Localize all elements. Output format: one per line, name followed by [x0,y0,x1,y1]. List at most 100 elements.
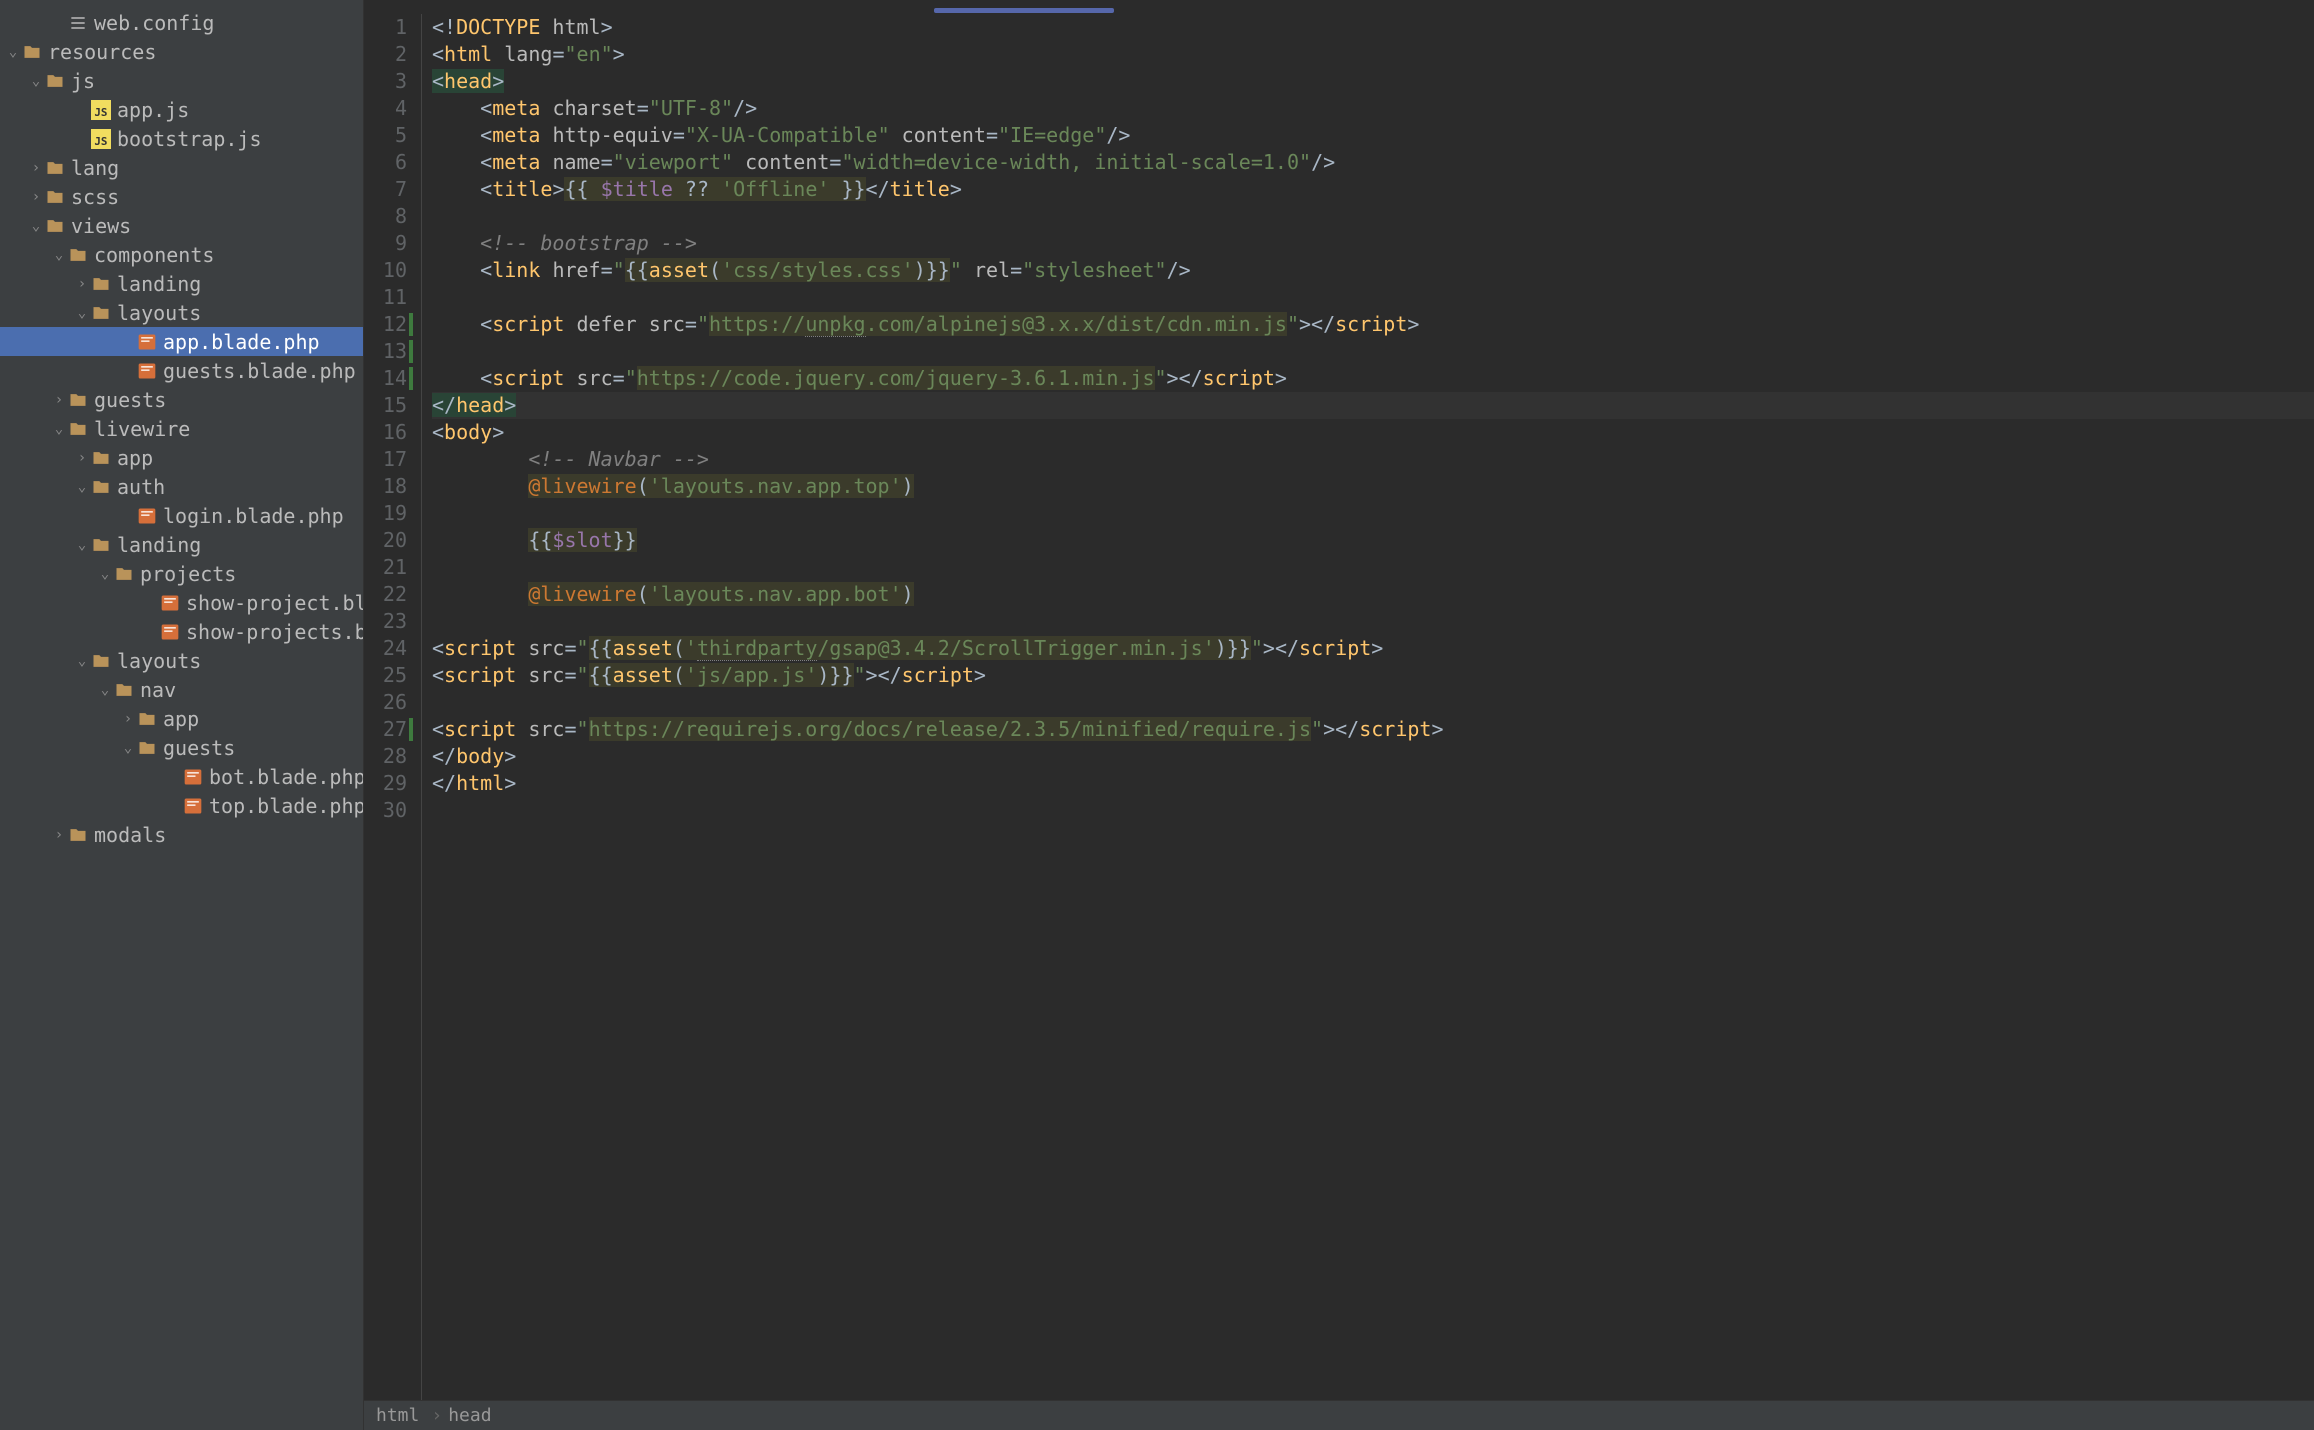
line-number[interactable]: 3 [364,68,407,95]
tree-item[interactable]: app.blade.php [0,327,363,356]
chevron-down-icon[interactable]: ⌄ [73,305,91,321]
tree-item[interactable]: ⌄layouts [0,298,363,327]
tree-item[interactable]: ⌄guests [0,733,363,762]
code-line[interactable]: </html> [432,770,2314,797]
code-line[interactable]: <script defer src="https://unpkg.com/alp… [432,311,2314,338]
code-line[interactable] [432,689,2314,716]
chevron-down-icon[interactable]: ⌄ [73,653,91,669]
tree-item[interactable]: ⌄layouts [0,646,363,675]
tree-item[interactable]: JSapp.js [0,95,363,124]
line-number[interactable]: 23 [364,608,407,635]
code-line[interactable]: <meta charset="UTF-8"/> [432,95,2314,122]
tree-item[interactable]: JSbootstrap.js [0,124,363,153]
line-number[interactable]: 4 [364,95,407,122]
line-number[interactable]: 19 [364,500,407,527]
line-gutter[interactable]: 1234567891011121314151617181920212223242… [364,14,422,1400]
line-number[interactable]: 13 [364,338,407,365]
code-line[interactable] [432,203,2314,230]
chevron-down-icon[interactable]: ⌄ [27,218,45,234]
chevron-down-icon[interactable]: ⌄ [73,537,91,553]
horizontal-scrollbar-thumb[interactable] [934,8,1114,13]
code-line[interactable]: <script src="{{asset('js/app.js')}}"></s… [432,662,2314,689]
code-line[interactable] [432,797,2314,824]
tree-item[interactable]: ›modals [0,820,363,849]
code-line[interactable]: </head> [432,392,2314,419]
code-content[interactable]: <!DOCTYPE html><html lang="en"><head> <m… [422,14,2314,1400]
chevron-right-icon[interactable]: › [73,276,91,292]
breadcrumb-item[interactable]: head [448,1405,491,1426]
line-number[interactable]: 10 [364,257,407,284]
tree-item[interactable]: show-projects.blade.php [0,617,363,646]
breadcrumb-item[interactable]: html [376,1405,419,1426]
code-line[interactable]: <title>{{ $title ?? 'Offline' }}</title> [432,176,2314,203]
line-number[interactable]: 20 [364,527,407,554]
code-line[interactable]: <html lang="en"> [432,41,2314,68]
line-number[interactable]: 24 [364,635,407,662]
tree-item[interactable]: ›guests [0,385,363,414]
line-number[interactable]: 26 [364,689,407,716]
code-line[interactable]: <!-- Navbar --> [432,446,2314,473]
code-line[interactable] [432,608,2314,635]
code-line[interactable]: <meta http-equiv="X-UA-Compatible" conte… [432,122,2314,149]
tree-item[interactable]: ›landing [0,269,363,298]
line-number[interactable]: 16 [364,419,407,446]
chevron-down-icon[interactable]: ⌄ [119,740,137,756]
code-line[interactable]: <meta name="viewport" content="width=dev… [432,149,2314,176]
tree-item[interactable]: ⌄landing [0,530,363,559]
line-number[interactable]: 25 [364,662,407,689]
code-line[interactable]: @livewire('layouts.nav.app.bot') [432,581,2314,608]
tree-item[interactable]: bot.blade.php [0,762,363,791]
line-number[interactable]: 28 [364,743,407,770]
tree-item[interactable]: ⌄components [0,240,363,269]
chevron-down-icon[interactable]: ⌄ [4,44,22,60]
code-line[interactable]: <script src="https://requirejs.org/docs/… [432,716,2314,743]
tree-item[interactable]: show-project.blade.php [0,588,363,617]
line-number[interactable]: 29 [364,770,407,797]
chevron-down-icon[interactable]: ⌄ [96,566,114,582]
line-number[interactable]: 11 [364,284,407,311]
code-line[interactable] [432,284,2314,311]
chevron-right-icon[interactable]: › [27,160,45,176]
breadcrumb[interactable]: html › head [364,1400,2314,1430]
tree-item[interactable]: top.blade.php [0,791,363,820]
line-number[interactable]: 8 [364,203,407,230]
line-number[interactable]: 17 [364,446,407,473]
chevron-down-icon[interactable]: ⌄ [50,247,68,263]
line-number[interactable]: 2 [364,41,407,68]
tree-item[interactable]: ›lang [0,153,363,182]
chevron-down-icon[interactable]: ⌄ [27,73,45,89]
tree-item[interactable]: login.blade.php [0,501,363,530]
code-line[interactable]: {{$slot}} [432,527,2314,554]
chevron-right-icon[interactable]: › [50,827,68,843]
tree-item[interactable]: ⌄projects [0,559,363,588]
code-line[interactable]: <script src="{{asset('thirdparty/gsap@3.… [432,635,2314,662]
line-number[interactable]: 6 [364,149,407,176]
chevron-down-icon[interactable]: ⌄ [73,479,91,495]
line-number[interactable]: 30 [364,797,407,824]
line-number[interactable]: 5 [364,122,407,149]
chevron-right-icon[interactable]: › [73,450,91,466]
line-number[interactable]: 7 [364,176,407,203]
line-number[interactable]: 12 [364,311,407,338]
chevron-right-icon[interactable]: › [119,711,137,727]
line-number[interactable]: 1 [364,14,407,41]
tree-item[interactable]: ⌄nav [0,675,363,704]
code-line[interactable] [432,554,2314,581]
line-number[interactable]: 14 [364,365,407,392]
project-tree[interactable]: web.config⌄resources⌄jsJSapp.jsJSbootstr… [0,0,364,1430]
code-line[interactable]: </body> [432,743,2314,770]
code-line[interactable] [432,500,2314,527]
code-line[interactable]: <!-- bootstrap --> [432,230,2314,257]
code-line[interactable]: <script src="https://code.jquery.com/jqu… [432,365,2314,392]
tree-item[interactable]: ⌄js [0,66,363,95]
chevron-right-icon[interactable]: › [50,392,68,408]
code-line[interactable]: <body> [432,419,2314,446]
code-line[interactable]: <link href="{{asset('css/styles.css')}}"… [432,257,2314,284]
code-line[interactable]: <head> [432,68,2314,95]
tree-item[interactable]: ⌄livewire [0,414,363,443]
tree-item[interactable]: ⌄auth [0,472,363,501]
code-line[interactable]: @livewire('layouts.nav.app.top') [432,473,2314,500]
chevron-down-icon[interactable]: ⌄ [96,682,114,698]
editor[interactable]: 1234567891011121314151617181920212223242… [364,0,2314,1430]
code-line[interactable]: <!DOCTYPE html> [432,14,2314,41]
